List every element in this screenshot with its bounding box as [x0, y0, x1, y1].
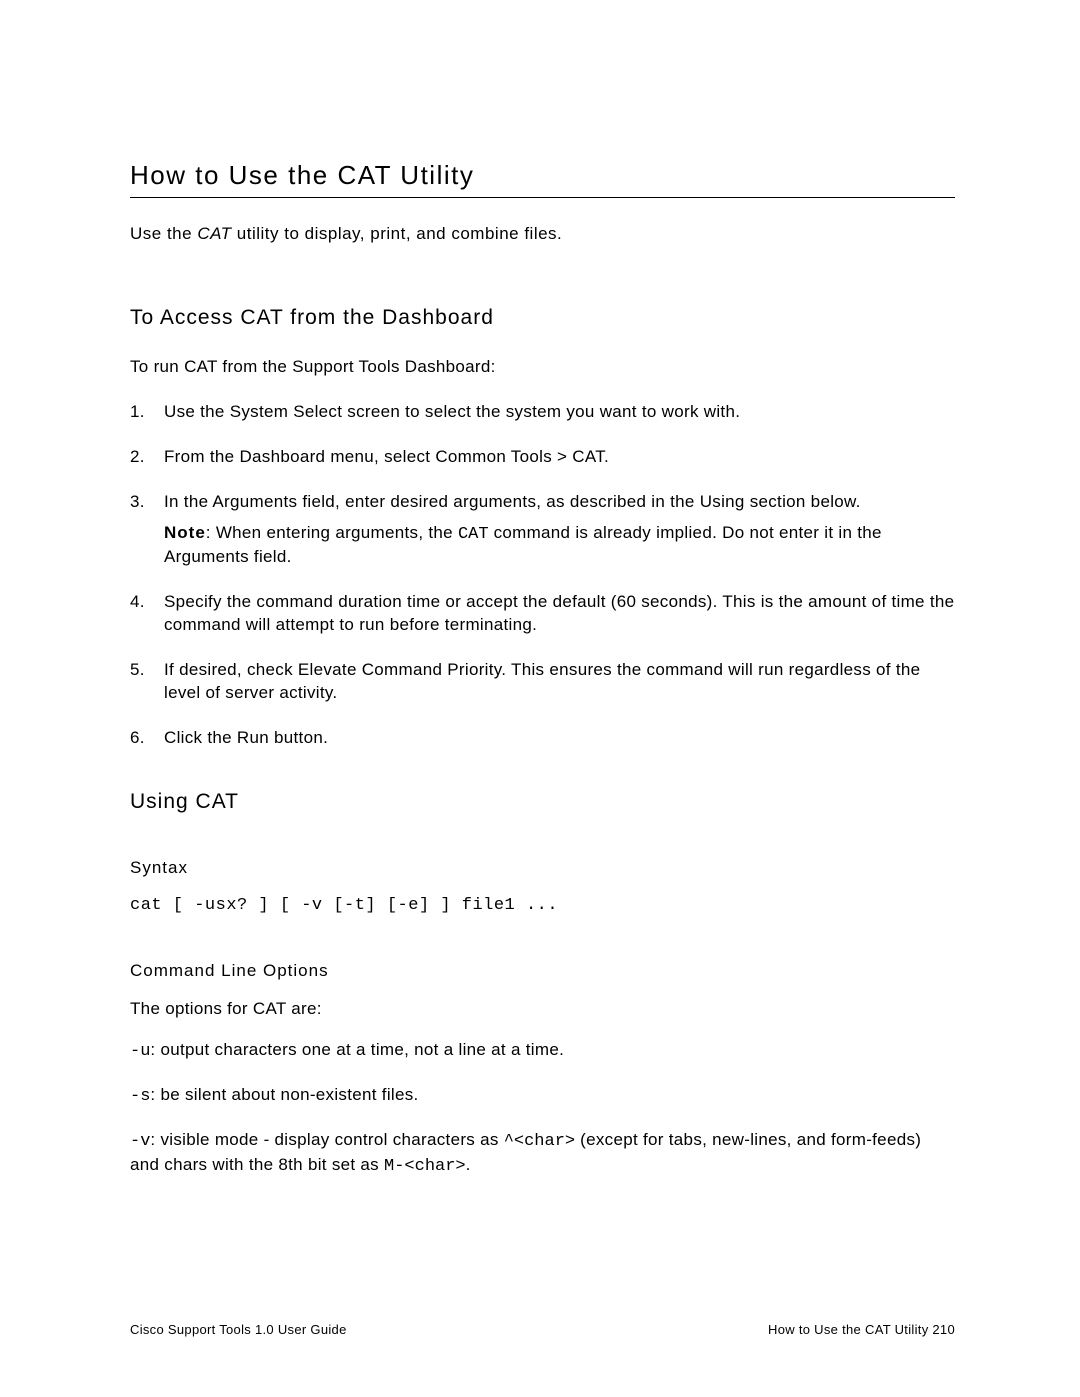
intro-pre: Use the: [130, 224, 197, 243]
step-3-note-bold: Note: [164, 523, 206, 542]
step-3-note-code: CAT: [458, 525, 489, 544]
step-1: Use the System Select screen to select t…: [164, 401, 955, 424]
step-3: In the Arguments field, enter desired ar…: [164, 491, 955, 570]
steps-list: Use the System Select screen to select t…: [130, 401, 955, 750]
step-3-text: In the Arguments field, enter desired ar…: [164, 491, 955, 514]
option-u-flag: -u: [130, 1042, 150, 1061]
step-1-text: Use the System Select screen to select t…: [164, 401, 955, 424]
step-5-text: If desired, check Elevate Command Priori…: [164, 659, 955, 705]
intro-paragraph: Use the CAT utility to display, print, a…: [130, 222, 955, 246]
page-title: How to Use the CAT Utility: [130, 160, 955, 191]
option-v-text1: : visible mode - display control charact…: [150, 1130, 503, 1149]
page-footer: Cisco Support Tools 1.0 User Guide How t…: [130, 1322, 955, 1337]
title-rule: [130, 197, 955, 198]
step-6-text: Click the Run button.: [164, 727, 955, 750]
option-s: -s: be silent about non-existent files.: [130, 1084, 955, 1109]
option-v-text3: .: [466, 1155, 471, 1174]
footer-left: Cisco Support Tools 1.0 User Guide: [130, 1322, 347, 1337]
section-using-heading: Using CAT: [130, 790, 955, 814]
step-3-note-pre: : When entering arguments, the: [206, 523, 458, 542]
options-heading: Command Line Options: [130, 961, 955, 981]
step-2-text: From the Dashboard menu, select Common T…: [164, 446, 955, 469]
step-6: Click the Run button.: [164, 727, 955, 750]
intro-post: utility to display, print, and combine f…: [232, 224, 563, 243]
access-lead: To run CAT from the Support Tools Dashbo…: [130, 356, 955, 379]
option-u-text: : output characters one at a time, not a…: [150, 1040, 564, 1059]
page: How to Use the CAT Utility Use the CAT u…: [0, 0, 1080, 1397]
step-3-note: Note: When entering arguments, the CAT c…: [164, 522, 955, 570]
step-5: If desired, check Elevate Command Priori…: [164, 659, 955, 705]
option-s-text: : be silent about non-existent files.: [150, 1085, 418, 1104]
step-4-text: Specify the command duration time or acc…: [164, 591, 955, 637]
options-intro: The options for CAT are:: [130, 999, 955, 1019]
syntax-heading: Syntax: [130, 858, 955, 878]
step-2: From the Dashboard menu, select Common T…: [164, 446, 955, 469]
option-v-code3: M-<char>: [384, 1157, 466, 1176]
step-4: Specify the command duration time or acc…: [164, 591, 955, 637]
option-s-flag: -s: [130, 1087, 150, 1106]
option-v-flag: -v: [130, 1132, 150, 1151]
option-u: -u: output characters one at a time, not…: [130, 1039, 955, 1064]
footer-right: How to Use the CAT Utility 210: [768, 1322, 955, 1337]
intro-italic: CAT: [197, 224, 231, 243]
option-v: -v: visible mode - display control chara…: [130, 1129, 955, 1179]
option-v-code2: ^<char>: [504, 1132, 575, 1151]
syntax-line: cat [ -usx? ] [ -v [-t] [-e] ] file1 ...: [130, 896, 955, 915]
section-access-heading: To Access CAT from the Dashboard: [130, 306, 955, 330]
